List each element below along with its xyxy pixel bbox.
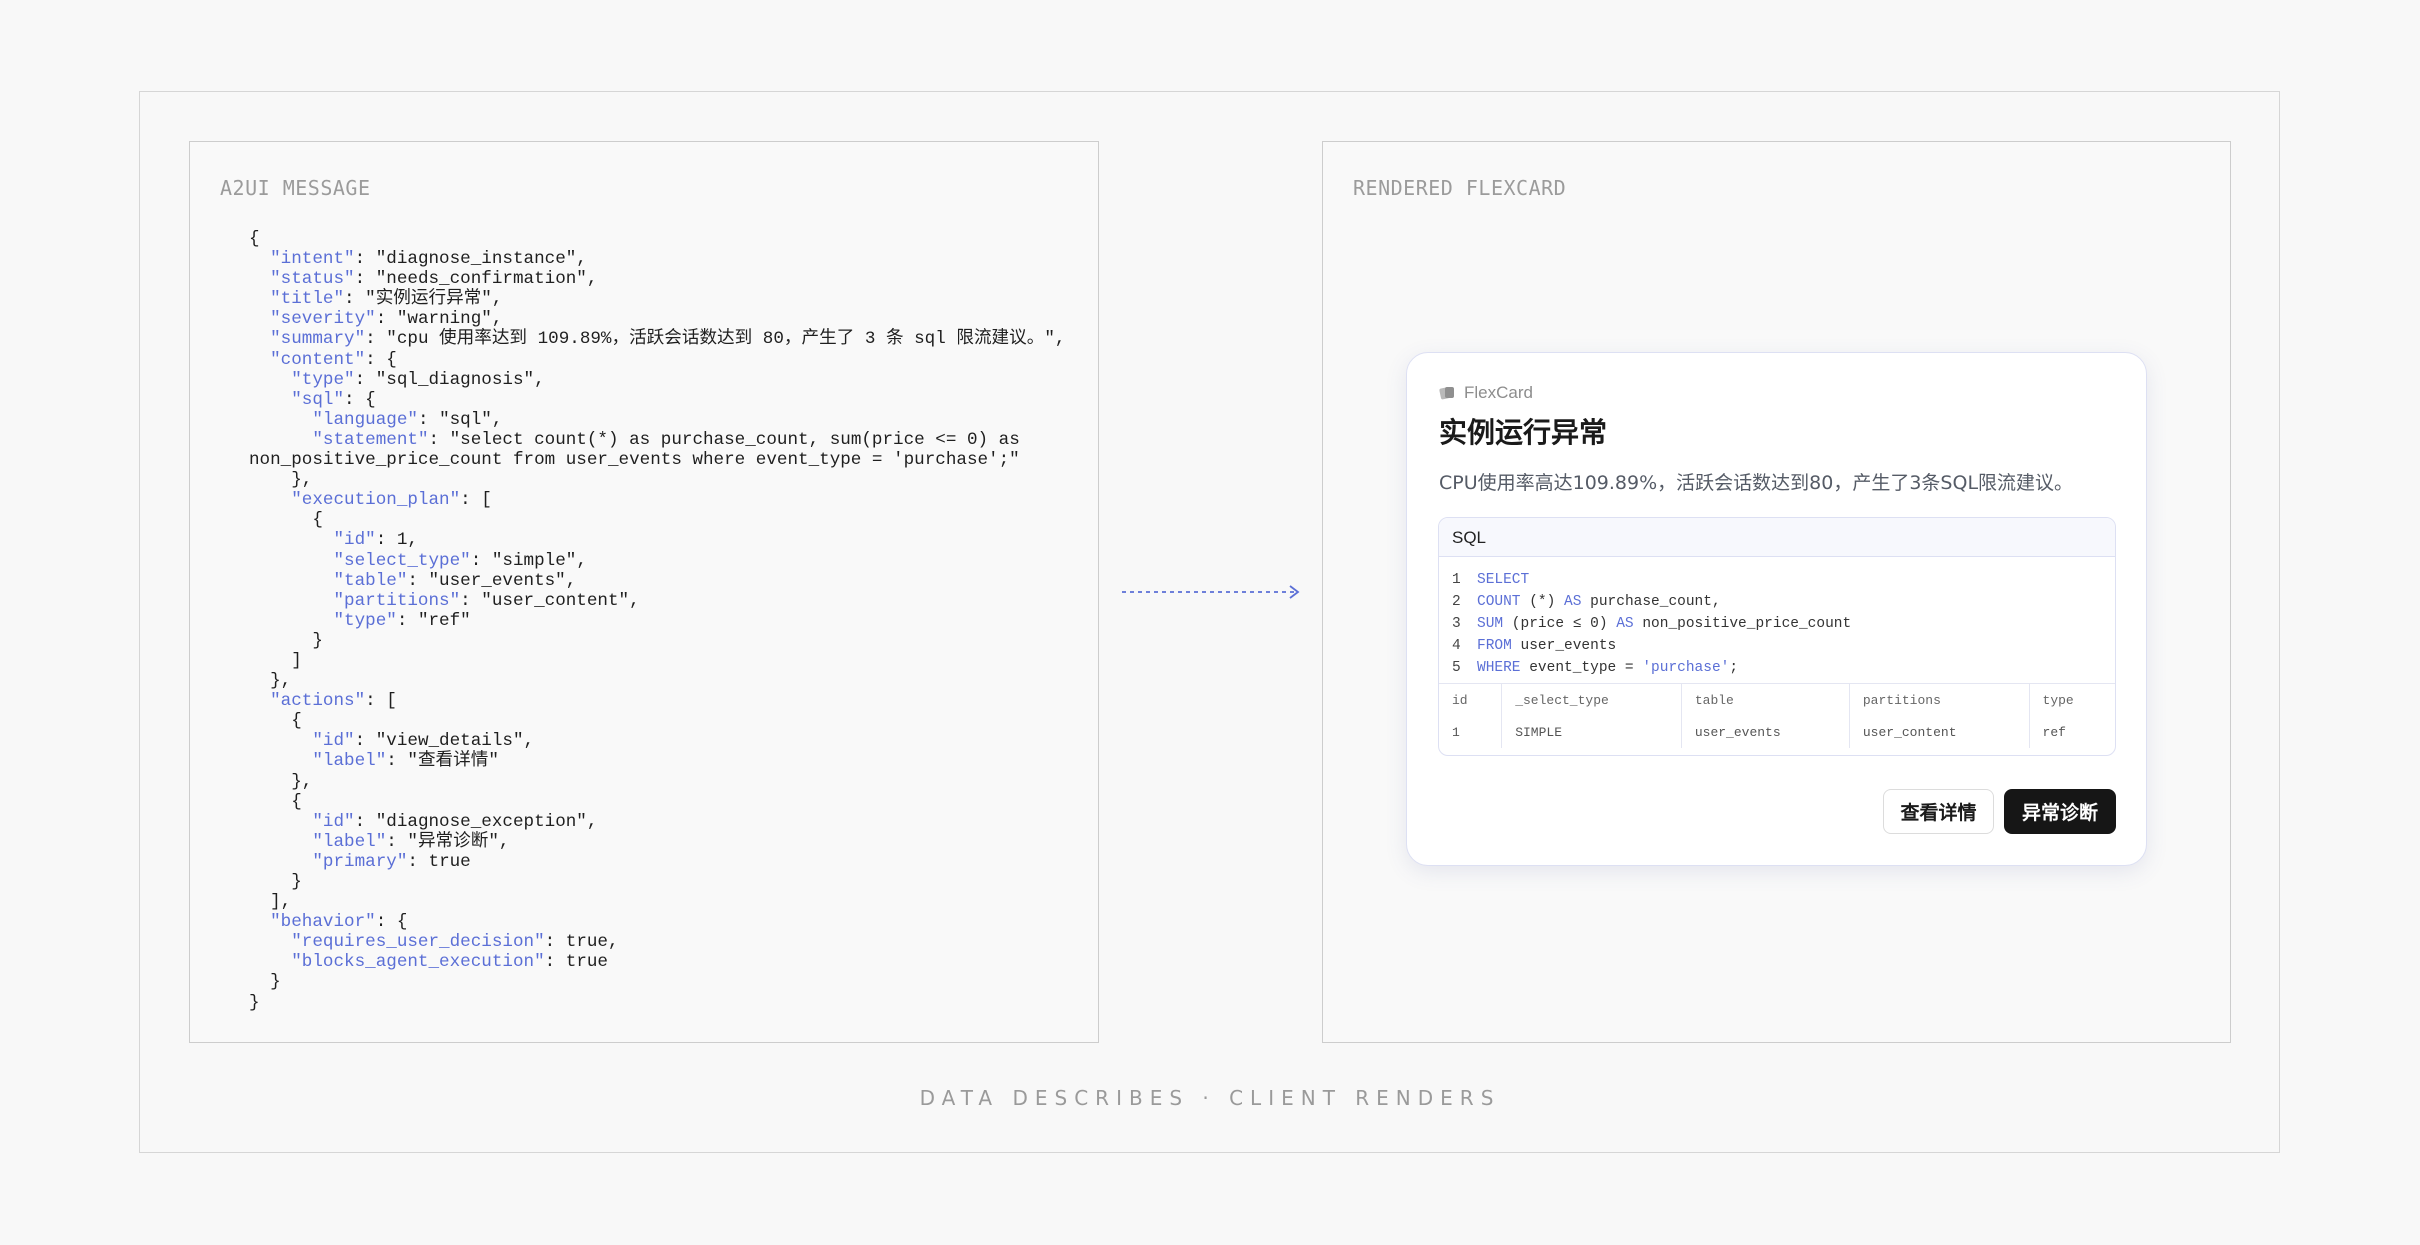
code-line: { (249, 791, 302, 812)
panel-label: RENDERED FLEXCARD (1353, 176, 1567, 200)
line-number: 3 (1452, 616, 1461, 632)
table-header-row: id _select_type table partitions type (1439, 683, 2115, 716)
code-line: "sql": { (291, 389, 376, 410)
code-line: ], (249, 892, 292, 913)
arrow-right-icon (1122, 585, 1300, 599)
execution-plan-table: id _select_type table partitions type 1 SIMPL… (1439, 683, 2115, 748)
code-line: "table": "user_events", (333, 570, 577, 591)
code-line: "language": "sql", (312, 409, 503, 430)
code-line: non_positive_price_count from user_event… (249, 450, 1020, 471)
sql-line: 4 FROM user_events (1452, 635, 2115, 657)
code-line: "statement": "select count(*) as purchas… (312, 429, 1020, 450)
code-line: }, (249, 771, 313, 792)
panel-label: A2UI MESSAGE (220, 176, 371, 200)
line-number: 1 (1452, 572, 1461, 588)
brand-name: FlexCard (1464, 383, 1533, 402)
view-details-button[interactable]: 查看详情 (1883, 789, 1994, 834)
code-line: ] (249, 650, 302, 671)
card-title: 实例运行异常 (1439, 416, 1608, 449)
code-line: }, (249, 671, 292, 692)
flexcard: FlexCard 实例运行异常 CPU使用率高达109.89%，活跃会话数达到8… (1406, 352, 2147, 866)
code-line: "content": { (270, 349, 397, 370)
table-cell: user_events (1681, 716, 1850, 748)
code-line: "primary": true (312, 851, 471, 872)
code-line: "type": "ref" (333, 610, 471, 631)
code-line: "behavior": { (270, 912, 408, 933)
sql-header: SQL (1439, 518, 2115, 557)
code-line: { (249, 229, 260, 249)
code-line: "title": "实例运行异常", (270, 289, 503, 310)
sql-line: 3 SUM (price ≤ 0) AS non_positive_price_c… (1452, 613, 2115, 635)
code-line: "id": "view_details", (312, 731, 535, 752)
code-line: } (249, 872, 302, 892)
column-header: table (1681, 683, 1850, 716)
column-header: id (1439, 683, 1503, 716)
sql-line: 2 COUNT (*) AS purchase_count, (1452, 591, 2115, 613)
code-line: "label": "异常诊断", (312, 831, 510, 852)
code-line: "intent": "diagnose_instance", (270, 249, 587, 270)
card-brand: FlexCard (1439, 383, 1533, 403)
line-number: 2 (1452, 594, 1461, 610)
line-number: 5 (1452, 660, 1461, 676)
code-line: "requires_user_decision": true, (291, 932, 619, 953)
code-line: { (249, 711, 302, 732)
column-header: type (2042, 692, 2074, 708)
code-line: "status": "needs_confirmation", (270, 269, 598, 290)
code-line: "id": 1, (333, 530, 418, 551)
sql-line: 5 WHERE event_type = 'purchase'; (1452, 657, 2115, 679)
table-cell: SIMPLE (1501, 716, 1682, 748)
json-code-block: { "intent": "diagnose_instance", "status… (249, 229, 1065, 1013)
code-line: }, (249, 470, 313, 491)
code-line: "type": "sql_diagnosis", (291, 369, 545, 390)
code-line: "partitions": "user_content", (333, 590, 640, 611)
diagnose-exception-button[interactable]: 异常诊断 (2004, 789, 2116, 834)
line-number: 4 (1452, 638, 1461, 654)
table-row: 1 SIMPLE user_events user_content ref (1439, 716, 2115, 748)
flexcard-logo-icon (1439, 387, 1454, 400)
code-line: "select_type": "simple", (333, 550, 587, 571)
code-line: { (249, 510, 323, 531)
column-header: _select_type (1501, 683, 1682, 716)
code-line: "label": "查看详情" (312, 751, 499, 772)
table-cell: 1 (1439, 716, 1503, 748)
code-line: } (249, 972, 281, 993)
card-summary: CPU使用率高达109.89%，活跃会话数达到80，产生了3条SQL限流建议。 (1439, 472, 2074, 494)
a2ui-message-panel: A2UI MESSAGE { "intent": "diagnose_insta… (189, 141, 1099, 1043)
sql-line: 1 SELECT (1452, 569, 2115, 591)
table-cell: ref (2042, 724, 2066, 740)
code-line: "execution_plan": [ (291, 490, 492, 511)
code-line: "summary": "cpu 使用率达到 109.89%，活跃会话数达到 80… (270, 329, 1066, 350)
sql-code: 1 SELECT 2 COUNT (*) AS purchase_count, 3 SUM… (1439, 557, 2115, 683)
code-line: "actions": [ (270, 691, 397, 712)
code-line: "id": "diagnose_exception", (312, 811, 598, 832)
sql-block: SQL 1 SELECT 2 COUNT (*) AS purchase_count,… (1438, 517, 2116, 756)
code-line: "severity": "warning", (270, 309, 503, 330)
caption: DATA DESCRIBES · CLIENT RENDERS (919, 1086, 1501, 1110)
code-line: } (249, 992, 260, 1013)
column-header: partitions (1849, 683, 2030, 716)
table-cell: user_content (1849, 716, 2030, 748)
code-line: "blocks_agent_execution": true (291, 952, 608, 973)
code-line: } (249, 630, 323, 651)
